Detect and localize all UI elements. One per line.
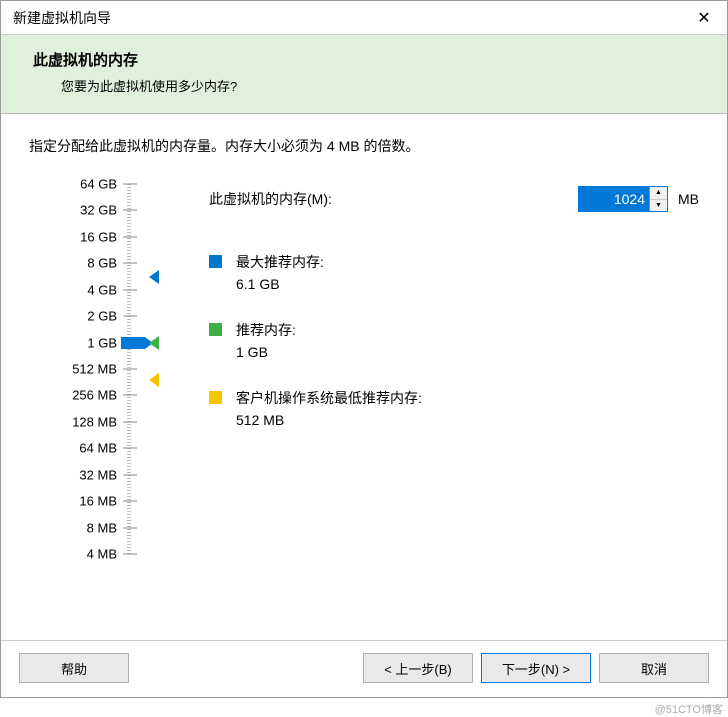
slider-tick-label: 32 GB	[57, 203, 117, 218]
header-title: 此虚拟机的内存	[33, 49, 707, 70]
legend-min-title: 客户机操作系统最低推荐内存:	[236, 388, 422, 408]
slider-tick-mark	[123, 263, 137, 264]
memory-spinbox[interactable]: ▲ ▼	[578, 186, 668, 212]
wizard-dialog: 新建虚拟机向导 ✕ 此虚拟机的内存 您要为此虚拟机使用多少内存? 指定分配给此虚…	[0, 0, 728, 698]
slider-tick-mark	[123, 369, 137, 370]
slider-tick-label: 64 GB	[57, 177, 117, 192]
slider-tick-label: 128 MB	[57, 414, 117, 429]
memory-slider[interactable]: 64 GB32 GB16 GB8 GB4 GB2 GB1 GB512 MB256…	[29, 184, 179, 554]
pointer-min-icon	[149, 373, 159, 387]
slider-tick-label: 8 GB	[57, 256, 117, 271]
slider-tick-mark	[123, 421, 137, 422]
slider-tick-label: 16 GB	[57, 229, 117, 244]
next-button[interactable]: 下一步(N) >	[481, 653, 591, 683]
close-icon[interactable]: ✕	[681, 1, 727, 35]
square-icon	[209, 391, 222, 404]
square-icon	[209, 323, 222, 336]
slider-tick-mark	[123, 501, 137, 502]
slider-tick-label: 64 MB	[57, 441, 117, 456]
slider-tick-mark	[123, 448, 137, 449]
slider-tick-label: 32 MB	[57, 467, 117, 482]
legend-min-value: 512 MB	[236, 412, 422, 428]
slider-tick-mark	[123, 474, 137, 475]
legend-max-value: 6.1 GB	[236, 276, 324, 292]
slider-tick-mark	[123, 210, 137, 211]
slider-tick-mark	[123, 527, 137, 528]
legend-max: 最大推荐内存: 6.1 GB	[209, 252, 699, 292]
slider-tick-label: 256 MB	[57, 388, 117, 403]
watermark: @51CTO博客	[655, 701, 723, 717]
titlebar: 新建虚拟机向导 ✕	[1, 1, 727, 35]
legend-rec-title: 推荐内存:	[236, 320, 296, 340]
slider-thumb[interactable]	[121, 337, 145, 349]
slider-tick-mark	[123, 554, 137, 555]
slider-tick-mark	[123, 289, 137, 290]
slider-tick-mark	[123, 184, 137, 185]
window-title: 新建虚拟机向导	[13, 8, 111, 28]
legend-minimum: 客户机操作系统最低推荐内存: 512 MB	[209, 388, 699, 428]
wizard-header: 此虚拟机的内存 您要为此虚拟机使用多少内存?	[1, 35, 727, 114]
square-icon	[209, 255, 222, 268]
slider-tick-label: 8 MB	[57, 520, 117, 535]
back-button[interactable]: < 上一步(B)	[363, 653, 473, 683]
slider-tick-label: 4 MB	[57, 547, 117, 562]
spin-up-icon[interactable]: ▲	[650, 187, 667, 200]
slider-tick-label: 1 GB	[57, 335, 117, 350]
legend-max-title: 最大推荐内存:	[236, 252, 324, 272]
wizard-body: 指定分配给此虚拟机的内存量。内存大小必须为 4 MB 的倍数。 64 GB 32 …	[1, 114, 727, 640]
spin-down-icon[interactable]: ▼	[650, 200, 667, 212]
slider-tick-mark	[123, 236, 137, 237]
wizard-footer: 帮助 < 上一步(B) 下一步(N) > 取消	[1, 640, 727, 697]
instruction-text: 指定分配给此虚拟机的内存量。内存大小必须为 4 MB 的倍数。	[29, 136, 699, 156]
slider-tick-label: 4 GB	[57, 282, 117, 297]
legend-recommended: 推荐内存: 1 GB	[209, 320, 699, 360]
slider-tick-label: 2 GB	[57, 309, 117, 324]
pointer-recommended-icon	[149, 336, 159, 350]
slider-tick-mark	[123, 395, 137, 396]
memory-input[interactable]	[579, 187, 649, 211]
header-subtitle: 您要为此虚拟机使用多少内存?	[61, 76, 707, 95]
slider-tick-label: 16 MB	[57, 494, 117, 509]
cancel-button[interactable]: 取消	[599, 653, 709, 683]
help-button[interactable]: 帮助	[19, 653, 129, 683]
memory-info: 此虚拟机的内存(M): ▲ ▼ MB 最大推荐内存: 6.1 GB	[179, 184, 699, 456]
pointer-max-icon	[149, 270, 159, 284]
legend-rec-value: 1 GB	[236, 344, 296, 360]
memory-label: 此虚拟机的内存(M):	[209, 189, 578, 209]
memory-unit: MB	[678, 191, 699, 207]
slider-tick-label: 512 MB	[57, 362, 117, 377]
slider-tick-mark	[123, 316, 137, 317]
